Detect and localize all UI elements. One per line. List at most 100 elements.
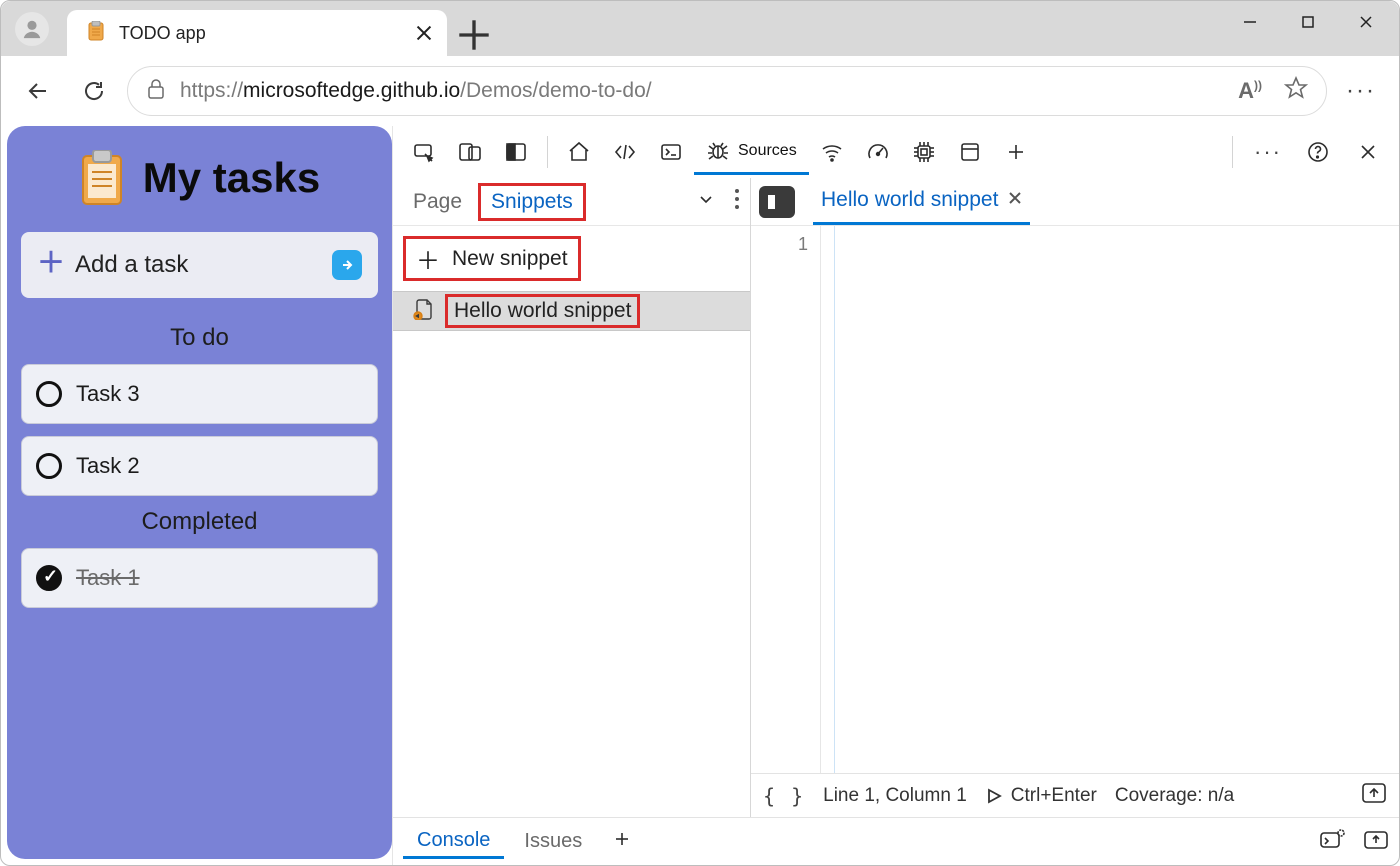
- add-task-input[interactable]: ＋ Add a task: [21, 232, 378, 298]
- panel-welcome[interactable]: [556, 129, 602, 175]
- drawer-settings-button[interactable]: [1319, 828, 1345, 855]
- inspect-element-button[interactable]: [401, 129, 447, 175]
- person-icon: [21, 18, 43, 40]
- editor-pane: Hello world snippet 1 { } Line 1, Column…: [751, 178, 1399, 817]
- navigator-tabs: Page Snippets: [393, 178, 750, 226]
- omnibox-actions: A)): [1238, 76, 1308, 106]
- panel-sources-label: Sources: [738, 142, 797, 160]
- panel-performance[interactable]: [855, 129, 901, 175]
- window-close-button[interactable]: [1337, 1, 1395, 43]
- console-icon: [659, 140, 683, 164]
- task-item[interactable]: Task 2: [21, 436, 378, 496]
- new-snippet-button[interactable]: ＋ New snippet: [393, 226, 750, 291]
- bug-icon: [706, 139, 730, 163]
- task-checkbox-checked[interactable]: [36, 565, 62, 591]
- more-panels-button[interactable]: [993, 129, 1039, 175]
- add-task-submit-button[interactable]: [332, 250, 362, 280]
- line-gutter: 1: [751, 226, 821, 773]
- app-icon: [958, 140, 982, 164]
- star-icon: [1284, 76, 1308, 100]
- drawer-tab-issues[interactable]: Issues: [510, 826, 596, 857]
- snippet-item[interactable]: Hello world snippet: [393, 291, 750, 331]
- minimize-button[interactable]: [1221, 1, 1279, 43]
- browser-tab[interactable]: TODO app: [67, 10, 447, 56]
- editor-tab-close[interactable]: [1008, 191, 1022, 210]
- code-editor[interactable]: 1: [751, 226, 1399, 773]
- code-area[interactable]: [835, 226, 1399, 773]
- panel-left-icon: [768, 195, 786, 209]
- tab-title: TODO app: [119, 23, 401, 44]
- task-item[interactable]: Task 1: [21, 548, 378, 608]
- devtools-drawer: Console Issues: [393, 817, 1399, 865]
- inspect-icon: [412, 140, 436, 164]
- titlebar: TODO app: [1, 1, 1399, 56]
- console-settings-icon: [1319, 828, 1345, 850]
- editor-tab[interactable]: Hello world snippet: [813, 179, 1030, 225]
- dots-icon: ···: [1254, 139, 1282, 165]
- drawer-add-tab[interactable]: [602, 829, 642, 854]
- run-snippet-button[interactable]: Ctrl+Enter: [985, 785, 1097, 807]
- read-aloud-button[interactable]: A)): [1238, 78, 1262, 104]
- task-name: Task 2: [76, 453, 140, 479]
- source-map-button[interactable]: [1361, 782, 1387, 810]
- app-title: My tasks: [21, 150, 378, 206]
- cursor-position: Line 1, Column 1: [823, 785, 967, 807]
- drawer-tab-console[interactable]: Console: [403, 825, 504, 859]
- device-emulation-button[interactable]: [447, 129, 493, 175]
- toggle-navigator-button[interactable]: [759, 186, 795, 218]
- profile-button[interactable]: [15, 12, 49, 46]
- panel-memory[interactable]: [901, 129, 947, 175]
- browser-window: TODO app https://microsoftedge.github.io…: [0, 0, 1400, 866]
- new-snippet-label: New snippet: [452, 247, 568, 271]
- devtools: Sources ···: [392, 126, 1399, 865]
- devtools-close-button[interactable]: [1345, 129, 1391, 175]
- close-icon: [415, 24, 433, 42]
- navigator-pane: Page Snippets ＋ New snippet: [393, 178, 751, 817]
- panel-console[interactable]: [648, 129, 694, 175]
- todo-app: My tasks ＋ Add a task To do Task 3 Task …: [7, 126, 392, 859]
- devtools-more-button[interactable]: ···: [1245, 129, 1291, 175]
- devtools-toolbar: Sources ···: [393, 126, 1399, 178]
- arrow-left-icon: [26, 79, 50, 103]
- url-text: https://microsoftedge.github.io/Demos/de…: [180, 79, 652, 103]
- refresh-button[interactable]: [71, 68, 117, 114]
- task-item[interactable]: Task 3: [21, 364, 378, 424]
- home-icon: [567, 140, 591, 164]
- editor-tab-label: Hello world snippet: [821, 188, 998, 212]
- task-checkbox[interactable]: [36, 453, 62, 479]
- settings-menu-button[interactable]: ···: [1337, 77, 1385, 105]
- navigator-tab-snippets[interactable]: Snippets: [478, 183, 586, 221]
- task-checkbox[interactable]: [36, 381, 62, 407]
- tab-close-button[interactable]: [415, 24, 433, 42]
- navigator-tab-page[interactable]: Page: [403, 186, 472, 218]
- plus-icon: [453, 14, 495, 56]
- clipboard-icon: [79, 150, 125, 206]
- navigator-more-button[interactable]: [734, 188, 740, 215]
- device-icon: [458, 140, 482, 164]
- panel-elements[interactable]: [602, 129, 648, 175]
- back-button[interactable]: [15, 68, 61, 114]
- panel-sources[interactable]: Sources: [694, 129, 809, 175]
- snippet-list: Hello world snippet: [393, 291, 750, 331]
- favorite-button[interactable]: [1284, 76, 1308, 106]
- address-bar[interactable]: https://microsoftedge.github.io/Demos/de…: [127, 66, 1327, 116]
- minimize-icon: [1242, 14, 1258, 30]
- new-tab-button[interactable]: [453, 14, 495, 56]
- refresh-icon: [82, 79, 106, 103]
- panel-application[interactable]: [947, 129, 993, 175]
- maximize-button[interactable]: [1279, 1, 1337, 43]
- devtools-help-button[interactable]: [1295, 129, 1341, 175]
- plus-icon: [1004, 140, 1028, 164]
- navigator-tabs-overflow[interactable]: [696, 189, 716, 214]
- close-icon: [1358, 14, 1374, 30]
- lock-icon: [146, 78, 166, 105]
- code-icon: [613, 140, 637, 164]
- dock-side-button[interactable]: [493, 129, 539, 175]
- drawer-expand-button[interactable]: [1363, 828, 1389, 855]
- pretty-print-button[interactable]: { }: [763, 784, 805, 808]
- url-path: /Demos/demo-to-do/: [460, 79, 651, 102]
- coverage-status: Coverage: n/a: [1115, 785, 1234, 807]
- fold-gutter: [821, 226, 835, 773]
- add-task-label: Add a task: [75, 251, 318, 279]
- panel-network[interactable]: [809, 129, 855, 175]
